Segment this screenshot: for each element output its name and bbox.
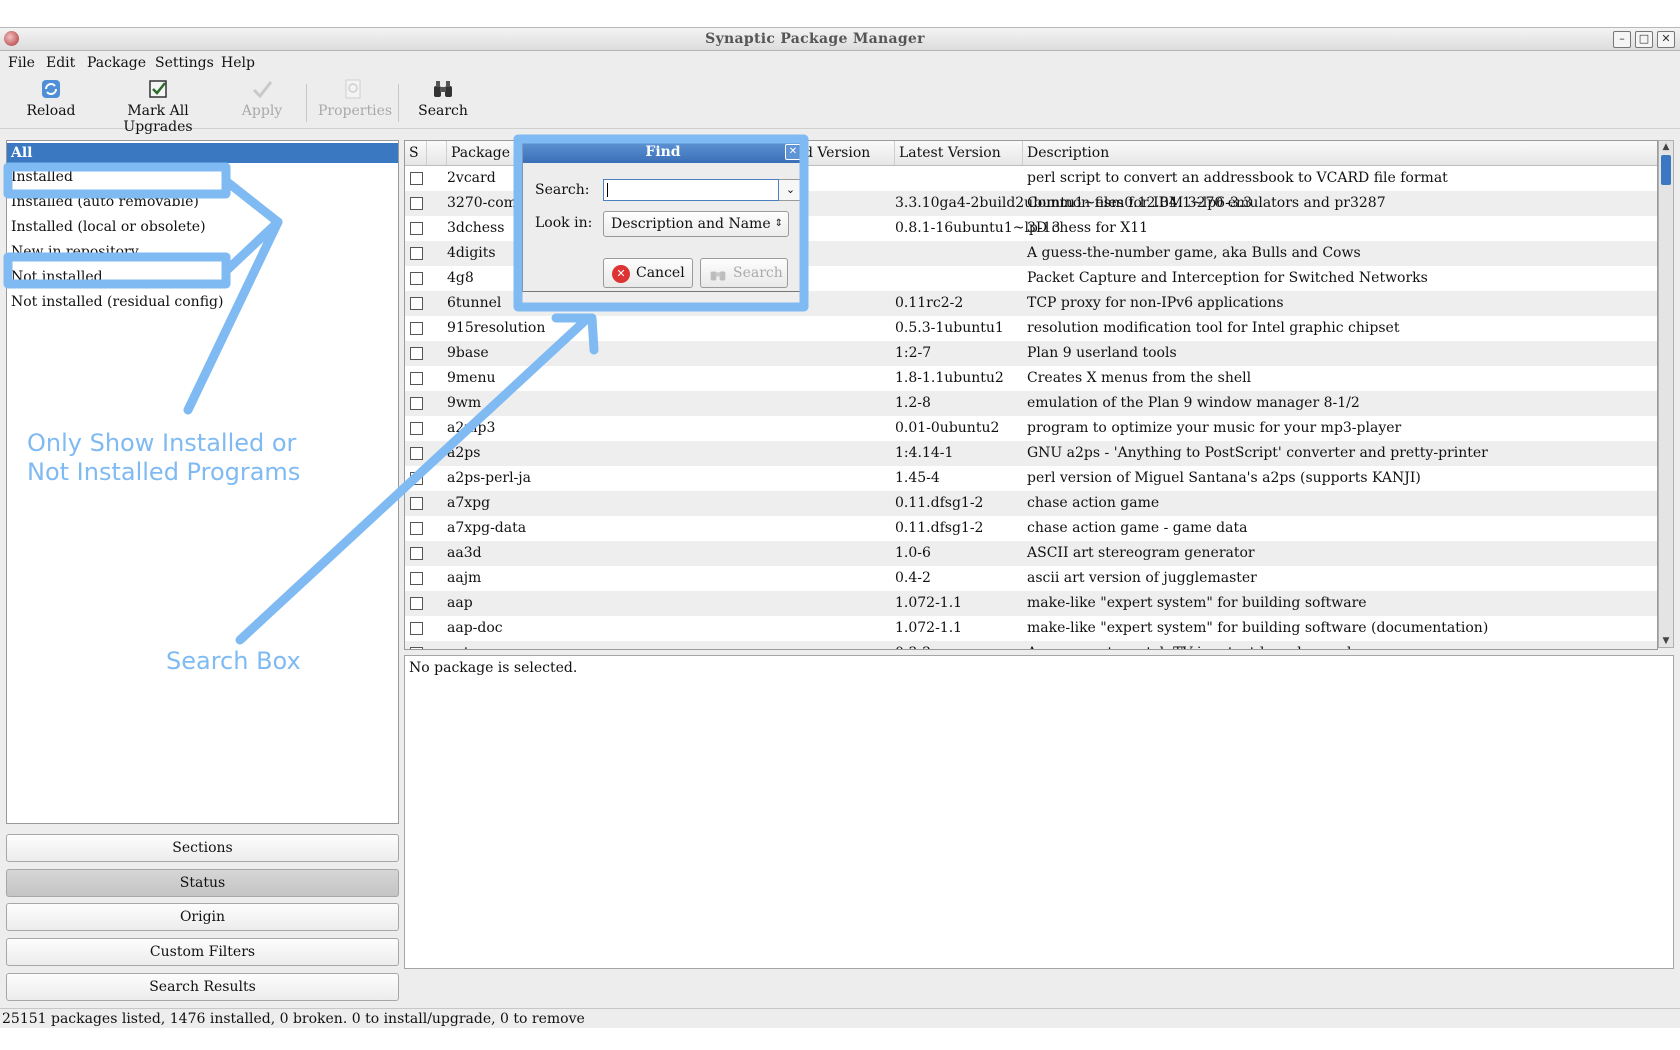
- annotation-filters-note: Only Show Installed or Not Installed Pro…: [27, 429, 301, 486]
- annotation-box-installed: [3, 162, 231, 199]
- annotation-overlay: [3, 134, 809, 645]
- annotation-arrow-filters: [183, 176, 283, 415]
- annotation-box-find: [513, 134, 809, 312]
- annotation-search-note: Search Box: [166, 647, 301, 675]
- annotation-box-not-installed: [3, 252, 231, 289]
